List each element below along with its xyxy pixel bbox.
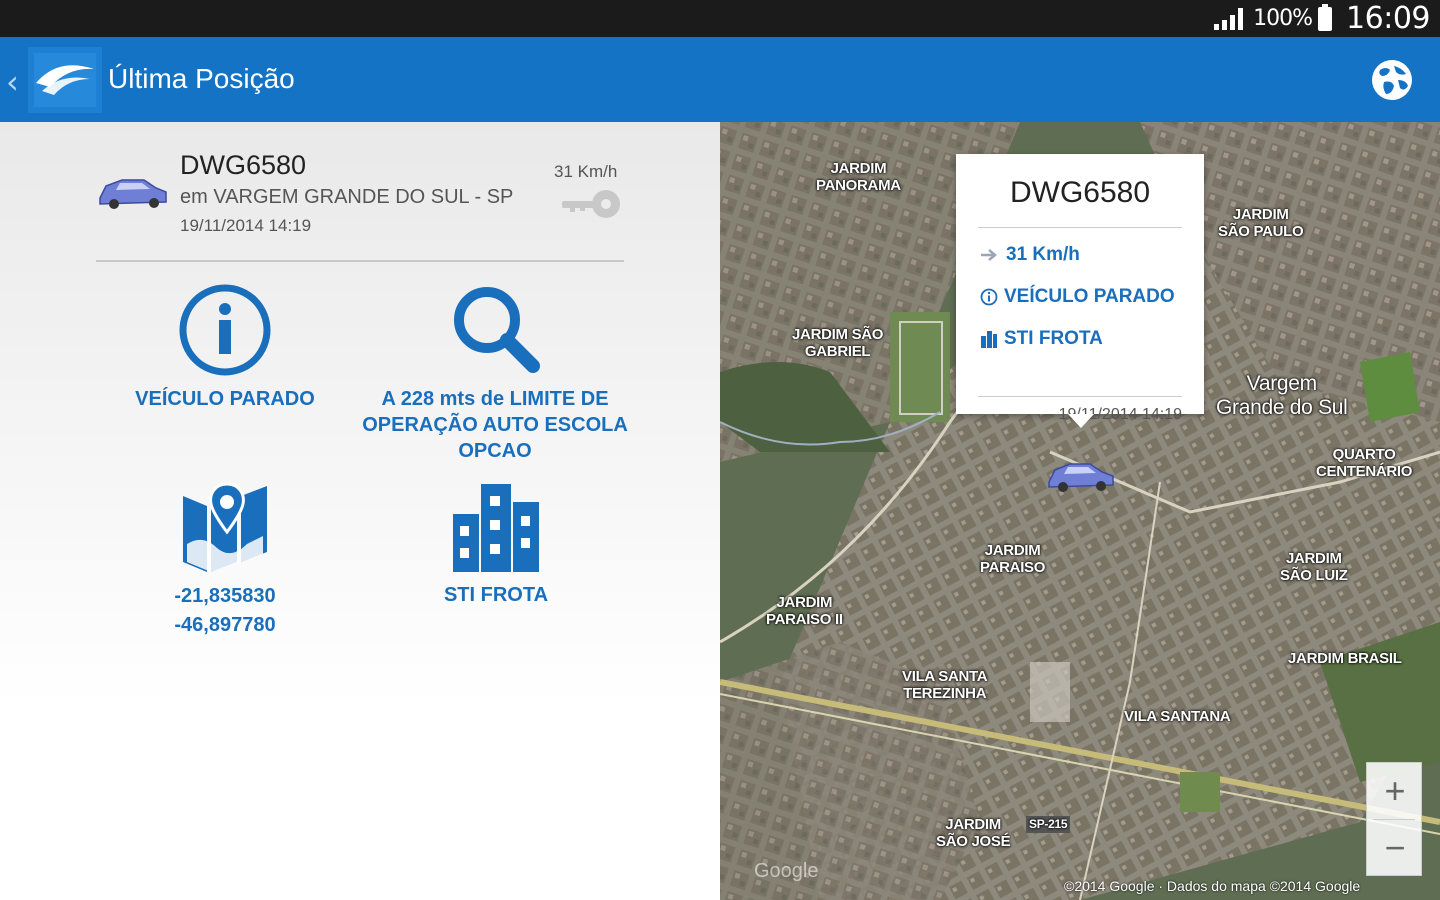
zoom-in-button[interactable]: + — [1367, 763, 1423, 819]
status-bar: 100% 16:09 — [0, 0, 1440, 37]
map-label-jardim-panorama: JARDIM PANORAMA — [816, 160, 901, 194]
info-icon — [179, 284, 271, 376]
map-label-jardim-paraiso-ii: JARDIM PARAISO II — [766, 594, 843, 628]
map-label-jardim-sao-jose: JARDIM SÃO JOSÉ — [936, 816, 1011, 850]
popup-timestamp: 19/11/2014 14:19 — [1058, 406, 1182, 423]
battery-percentage: 100% — [1253, 6, 1313, 31]
status-bar-right: 100% 16:09 — [1214, 0, 1430, 37]
search-icon — [454, 287, 540, 373]
coordinates-tile[interactable]: -21,835830 -46,897780 — [120, 482, 330, 640]
clock: 16:09 — [1346, 1, 1430, 36]
geofence-line-1: A 228 mts de LIMITE DE — [381, 388, 609, 410]
vehicle-plate: DWG6580 — [180, 150, 307, 180]
vehicle-location: em VARGEM GRANDE DO SUL - SP — [180, 186, 514, 208]
vehicle-marker-icon[interactable] — [1046, 458, 1116, 494]
vehicle-status-tile[interactable]: VEÍCULO PARADO — [120, 282, 330, 412]
back-chevron-icon[interactable]: ‹ — [6, 63, 19, 101]
ignition-key-icon — [562, 190, 620, 218]
page-title: Última Posição — [108, 63, 295, 94]
popup-status-row: VEÍCULO PARADO — [980, 286, 1175, 308]
popup-divider-bottom — [978, 396, 1182, 397]
battery-icon — [1318, 3, 1333, 31]
map-label-jardim-sao-paulo: JARDIM SÃO PAULO — [1218, 206, 1304, 240]
vehicle-timestamp: 19/11/2014 14:19 — [180, 216, 312, 235]
car-icon — [99, 179, 167, 209]
map-label-jardim-paraiso: JARDIM PARAISO — [980, 542, 1046, 576]
map-label-quarto-centenario: QUARTO CENTENÁRIO — [1316, 446, 1413, 480]
map-label-highway: SP-215 — [1026, 816, 1071, 833]
vehicle-status-label: VEÍCULO PARADO — [135, 388, 315, 410]
latitude: -21,835830 — [174, 585, 276, 607]
map-label-vila-santana: VILA SANTANA — [1124, 708, 1231, 725]
map-view[interactable]: JARDIM PANORAMA JARDIM SÃO PAULO JARDIM SÃ… — [720, 122, 1440, 900]
popup-divider-top — [978, 227, 1182, 228]
zoom-controls: + − — [1366, 762, 1422, 876]
details-divider — [96, 260, 624, 262]
longitude: -46,897780 — [174, 614, 276, 636]
buildings-icon — [453, 484, 539, 572]
globe-icon[interactable] — [1370, 58, 1414, 102]
map-pin-icon — [183, 482, 267, 572]
popup-company-row: STI FROTA — [980, 328, 1103, 350]
map-label-jardim-sao-luiz: JARDIM SÃO LUIZ — [1280, 550, 1348, 584]
buildings-small-icon — [981, 331, 997, 348]
map-label-jardim-brasil: JARDIM BRASIL — [1288, 650, 1402, 667]
company-tile[interactable]: STI FROTA — [396, 482, 596, 608]
app-logo-icon[interactable] — [28, 47, 102, 113]
map-label-jardim-sao-gabriel: JARDIM SÃO GABRIEL — [792, 326, 884, 360]
app-bar: ‹ Última Posição — [0, 37, 1440, 122]
geofence-tile[interactable]: A 228 mts de LIMITE DE OPERAÇÃO AUTO ESC… — [350, 282, 640, 464]
geofence-line-2: OPERAÇÃO AUTO ESCOLA — [362, 414, 628, 436]
popup-speed-row: 31 Km/h — [980, 244, 1080, 266]
popup-speed: 31 Km/h — [1006, 244, 1080, 265]
google-logo: Google — [754, 860, 819, 882]
info-small-icon — [980, 288, 998, 306]
popup-company: STI FROTA — [1004, 328, 1103, 349]
company-label: STI FROTA — [443, 584, 549, 606]
arrow-right-icon — [981, 249, 997, 261]
map-label-vargem-grande-do-sul: Vargem Grande do Sul — [1216, 372, 1348, 419]
map-attribution[interactable]: ©2014 Google · Dados do mapa ©2014 Googl… — [1064, 878, 1360, 894]
map-label-vila-santa-terezinha: VILA SANTA TEREZINHA — [902, 668, 988, 702]
popup-plate: DWG6580 — [1009, 176, 1151, 209]
vehicle-speed: 31 Km/h — [554, 162, 618, 181]
vehicle-info-window[interactable]: DWG6580 31 Km/h VEÍCULO PARADO STI FROTA… — [956, 154, 1204, 428]
popup-status: VEÍCULO PARADO — [1004, 286, 1175, 307]
geofence-line-3: OPCAO — [458, 440, 532, 462]
vehicle-details-panel: DWG6580 em VARGEM GRANDE DO SUL - SP 19/… — [0, 122, 720, 900]
zoom-out-button[interactable]: − — [1367, 820, 1423, 876]
signal-icon — [1214, 7, 1244, 30]
